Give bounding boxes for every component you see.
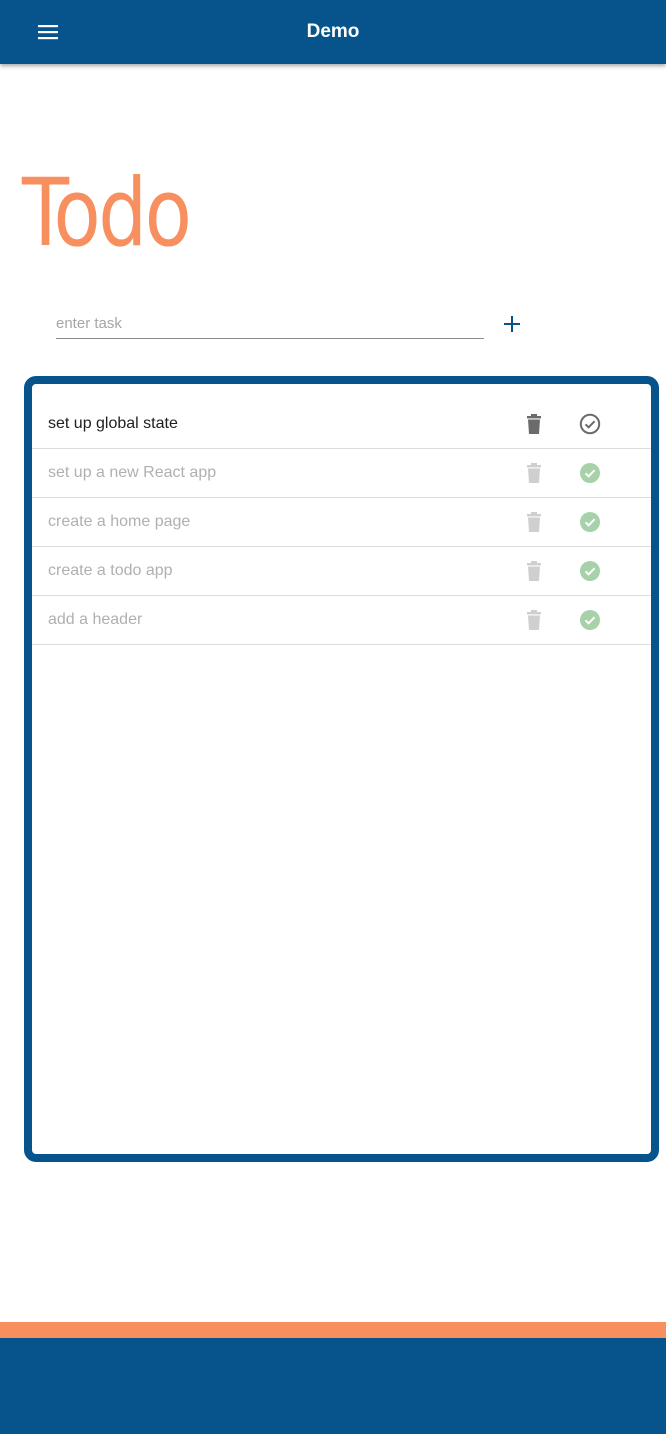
todo-item-text: create a home page xyxy=(48,513,191,530)
todo-item: add a header xyxy=(32,596,651,645)
page-title: Todo xyxy=(22,159,192,268)
todo-item: set up global state xyxy=(32,400,651,449)
app-bar: Demo xyxy=(0,0,666,64)
complete-button[interactable] xyxy=(578,559,602,583)
task-input[interactable] xyxy=(56,308,484,339)
trash-icon xyxy=(527,463,541,483)
todo-item: set up a new React app xyxy=(32,449,651,498)
footer xyxy=(0,1338,666,1434)
todo-item-text: create a todo app xyxy=(48,562,173,579)
todo-item-text: set up global state xyxy=(48,415,178,432)
complete-button[interactable] xyxy=(578,510,602,534)
check-circle-icon xyxy=(580,463,600,483)
delete-button[interactable] xyxy=(522,559,546,583)
add-task-button[interactable] xyxy=(500,312,524,336)
todo-list-panel: set up global state set up a new React a… xyxy=(24,376,659,1162)
complete-button[interactable] xyxy=(578,461,602,485)
footer-accent-stripe xyxy=(0,1322,666,1338)
trash-icon xyxy=(527,414,541,434)
check-circle-outline-icon xyxy=(579,413,601,435)
todo-item: create a todo app xyxy=(32,547,651,596)
trash-icon xyxy=(527,610,541,630)
delete-button[interactable] xyxy=(522,608,546,632)
delete-button[interactable] xyxy=(522,461,546,485)
delete-button[interactable] xyxy=(522,510,546,534)
plus-icon xyxy=(504,316,520,332)
check-circle-icon xyxy=(580,512,600,532)
app-title: Demo xyxy=(306,21,360,42)
trash-icon xyxy=(527,561,541,581)
todo-list: set up global state set up a new React a… xyxy=(32,400,651,645)
trash-icon xyxy=(527,512,541,532)
complete-button[interactable] xyxy=(578,608,602,632)
todo-item: create a home page xyxy=(32,498,651,547)
check-circle-icon xyxy=(580,610,600,630)
todo-item-text: add a header xyxy=(48,611,143,628)
delete-button[interactable] xyxy=(522,412,546,436)
complete-button[interactable] xyxy=(578,412,602,436)
todo-item-text: set up a new React app xyxy=(48,464,217,481)
check-circle-icon xyxy=(580,561,600,581)
